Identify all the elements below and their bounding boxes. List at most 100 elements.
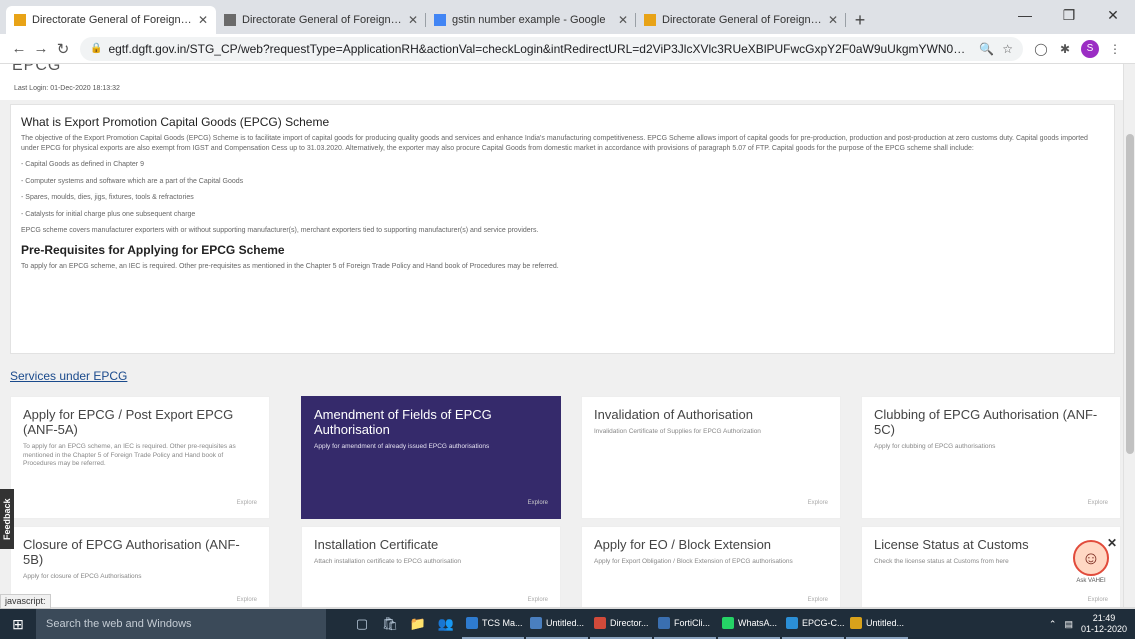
explore-link[interactable]: Explore [528, 500, 548, 506]
service-card-title: Closure of EPCG Authorisation (ANF-5B) [23, 537, 240, 567]
maximize-icon[interactable]: ❐ [1047, 0, 1091, 30]
window-controls: — ❐ ✕ [1003, 0, 1135, 30]
people-icon[interactable]: 👥 [432, 616, 460, 632]
notification-icon[interactable]: ▤ [1064, 619, 1073, 630]
tray-chevron-icon[interactable]: ⌃ [1049, 619, 1057, 630]
app-icon [594, 617, 606, 629]
taskbar-search-input[interactable]: Search the web and Windows [36, 609, 326, 639]
taskbar-app[interactable]: Director... [590, 609, 652, 639]
url-text: egtf.dgft.gov.in/STG_CP/web?requestType=… [108, 41, 972, 56]
last-login-text: Last Login: 01-Dec-2020 18:13:32 [14, 85, 120, 92]
extensions-puzzle-icon[interactable]: ✱ [1053, 42, 1077, 56]
explore-link[interactable]: Explore [237, 597, 257, 603]
app-icon [786, 617, 798, 629]
scheme-coverage: EPCG scheme covers manufacturer exporter… [21, 227, 539, 234]
service-card[interactable]: Invalidation of Authorisation Invalidatio… [581, 396, 841, 519]
services-title: Services under EPCG [10, 369, 128, 383]
service-card-description: To apply for an EPCG scheme, an IEC is r… [23, 443, 236, 467]
new-tab-button[interactable]: + [846, 6, 874, 34]
service-card-description: Attach installation certificate to EPCG … [314, 558, 462, 565]
browser-tab[interactable]: Directorate General of Foreign Tr ✕ [6, 6, 216, 34]
explore-link[interactable]: Explore [808, 597, 828, 603]
tab-title: gstin number example - Google [452, 14, 606, 26]
app-icon [722, 617, 734, 629]
feedback-tab[interactable]: Feedback [0, 489, 14, 549]
status-bar-text: javascript: [0, 594, 51, 609]
tab-close-icon[interactable]: ✕ [618, 13, 628, 27]
capital-goods-item: - Computer systems and software which ar… [21, 177, 244, 185]
service-card-description: Apply for closure of EPCG Authorisations [23, 573, 142, 580]
capital-goods-item: - Catalysts for initial charge plus one … [21, 210, 196, 218]
chat-assistant[interactable]: ✕ ☺ Ask VAHEI [1065, 536, 1117, 606]
explore-link[interactable]: Explore [237, 500, 257, 506]
taskbar-app-label: TCS Ma... [482, 618, 523, 628]
browser-tab[interactable]: gstin number example - Google ✕ [426, 6, 636, 34]
tab-close-icon[interactable]: ✕ [828, 13, 838, 27]
google-icon [434, 14, 446, 26]
file-explorer-icon[interactable]: 📁 [404, 616, 432, 632]
service-card-title: Installation Certificate [314, 537, 439, 552]
dgft-icon [14, 14, 26, 26]
taskbar-app-label: FortiCli... [674, 618, 710, 628]
clock-time: 21:49 [1092, 613, 1116, 623]
service-card-description: Invalidation Certificate of Supplies for… [594, 428, 761, 435]
reload-icon[interactable]: ↻ [52, 40, 74, 58]
taskbar-app-label: Director... [610, 618, 649, 628]
dgft-icon [644, 14, 656, 26]
bookmark-star-icon[interactable]: ☆ [1002, 42, 1013, 56]
forward-arrow-icon[interactable]: → [30, 40, 52, 57]
close-icon[interactable]: ✕ [1091, 0, 1135, 30]
address-toolbar: ← → ↻ 🔒 egtf.dgft.gov.in/STG_CP/web?requ… [0, 34, 1135, 64]
windows-taskbar: ⊞ Search the web and Windows ▢ 🛍 📁 👥 TCS… [0, 609, 1135, 639]
service-card[interactable]: Amendment of Fields of EPCG Authorisatio… [301, 396, 561, 519]
web-page: EPCG Last Login: 01-Dec-2020 18:13:32 Wh… [0, 64, 1135, 607]
taskbar-app-label: EPCG-C... [802, 618, 844, 628]
tab-title: Directorate General of Foreign Tr [242, 14, 402, 26]
taskbar-app[interactable]: TCS Ma... [462, 609, 524, 639]
app-icon [850, 617, 862, 629]
assistant-close-icon[interactable]: ✕ [1107, 536, 1117, 550]
scheme-heading: What is Export Promotion Capital Goods (… [21, 115, 330, 129]
task-view-icon[interactable]: ▢ [348, 616, 376, 632]
assistant-avatar-icon[interactable]: ☺ [1073, 540, 1109, 576]
taskbar-app[interactable]: Untitled... [526, 609, 588, 639]
service-card[interactable]: Clubbing of EPCG Authorisation (ANF-5C) A… [861, 396, 1121, 519]
menu-kebab-icon[interactable]: ⋮ [1103, 42, 1127, 56]
service-card[interactable]: Apply for EPCG / Post Export EPCG (ANF-5… [10, 396, 270, 519]
service-card[interactable]: Installation Certificate Attach installat… [301, 526, 561, 607]
profile-avatar[interactable]: S [1081, 39, 1099, 58]
explore-link[interactable]: Explore [808, 500, 828, 506]
taskbar-app[interactable]: EPCG-C... [782, 609, 844, 639]
tab-close-icon[interactable]: ✕ [198, 13, 208, 27]
assistant-label: Ask VAHEI [1076, 578, 1106, 584]
windows-start-icon[interactable]: ⊞ [0, 609, 36, 639]
service-card-description: Apply for Export Obligation / Block Exte… [594, 558, 793, 565]
service-card-title: Apply for EO / Block Extension [594, 537, 772, 552]
capital-goods-item: - Capital Goods as defined in Chapter 9 [21, 161, 144, 168]
taskbar-app[interactable]: FortiCli... [654, 609, 716, 639]
store-icon[interactable]: 🛍 [376, 616, 404, 632]
explore-link[interactable]: Explore [1088, 500, 1108, 506]
prereq-heading: Pre-Requisites for Applying for EPCG Sch… [21, 242, 285, 257]
capital-goods-item: - Spares, moulds, dies, jigs, fixtures, … [21, 194, 194, 201]
taskbar-app[interactable]: WhatsA... [718, 609, 780, 639]
app-icon [466, 617, 478, 629]
screen: Directorate General of Foreign Tr ✕ Direct… [0, 0, 1135, 639]
app-icon [530, 617, 542, 629]
service-card[interactable]: Apply for EO / Block Extension Apply for … [581, 526, 841, 607]
clock[interactable]: 21:49 01-12-2020 [1081, 613, 1127, 635]
tab-close-icon[interactable]: ✕ [408, 13, 418, 27]
scrollbar-thumb[interactable] [1126, 134, 1134, 454]
explore-link[interactable]: Explore [528, 597, 548, 603]
taskbar-pinned: ▢ 🛍 📁 👥 [348, 616, 460, 632]
address-bar[interactable]: 🔒 egtf.dgft.gov.in/STG_CP/web?requestTyp… [80, 36, 1023, 61]
zoom-icon[interactable]: 🔍 [979, 42, 994, 56]
page-scrollbar[interactable] [1123, 64, 1135, 607]
extension-circle-icon[interactable]: ◯ [1029, 42, 1053, 56]
taskbar-app-label: Untitled... [546, 618, 585, 628]
minimize-icon[interactable]: — [1003, 0, 1047, 30]
taskbar-app[interactable]: Untitled... [846, 609, 908, 639]
browser-tab[interactable]: Directorate General of Foreign Tr ✕ [636, 6, 846, 34]
browser-tab[interactable]: Directorate General of Foreign Tr ✕ [216, 6, 426, 34]
back-arrow-icon[interactable]: ← [8, 40, 30, 57]
